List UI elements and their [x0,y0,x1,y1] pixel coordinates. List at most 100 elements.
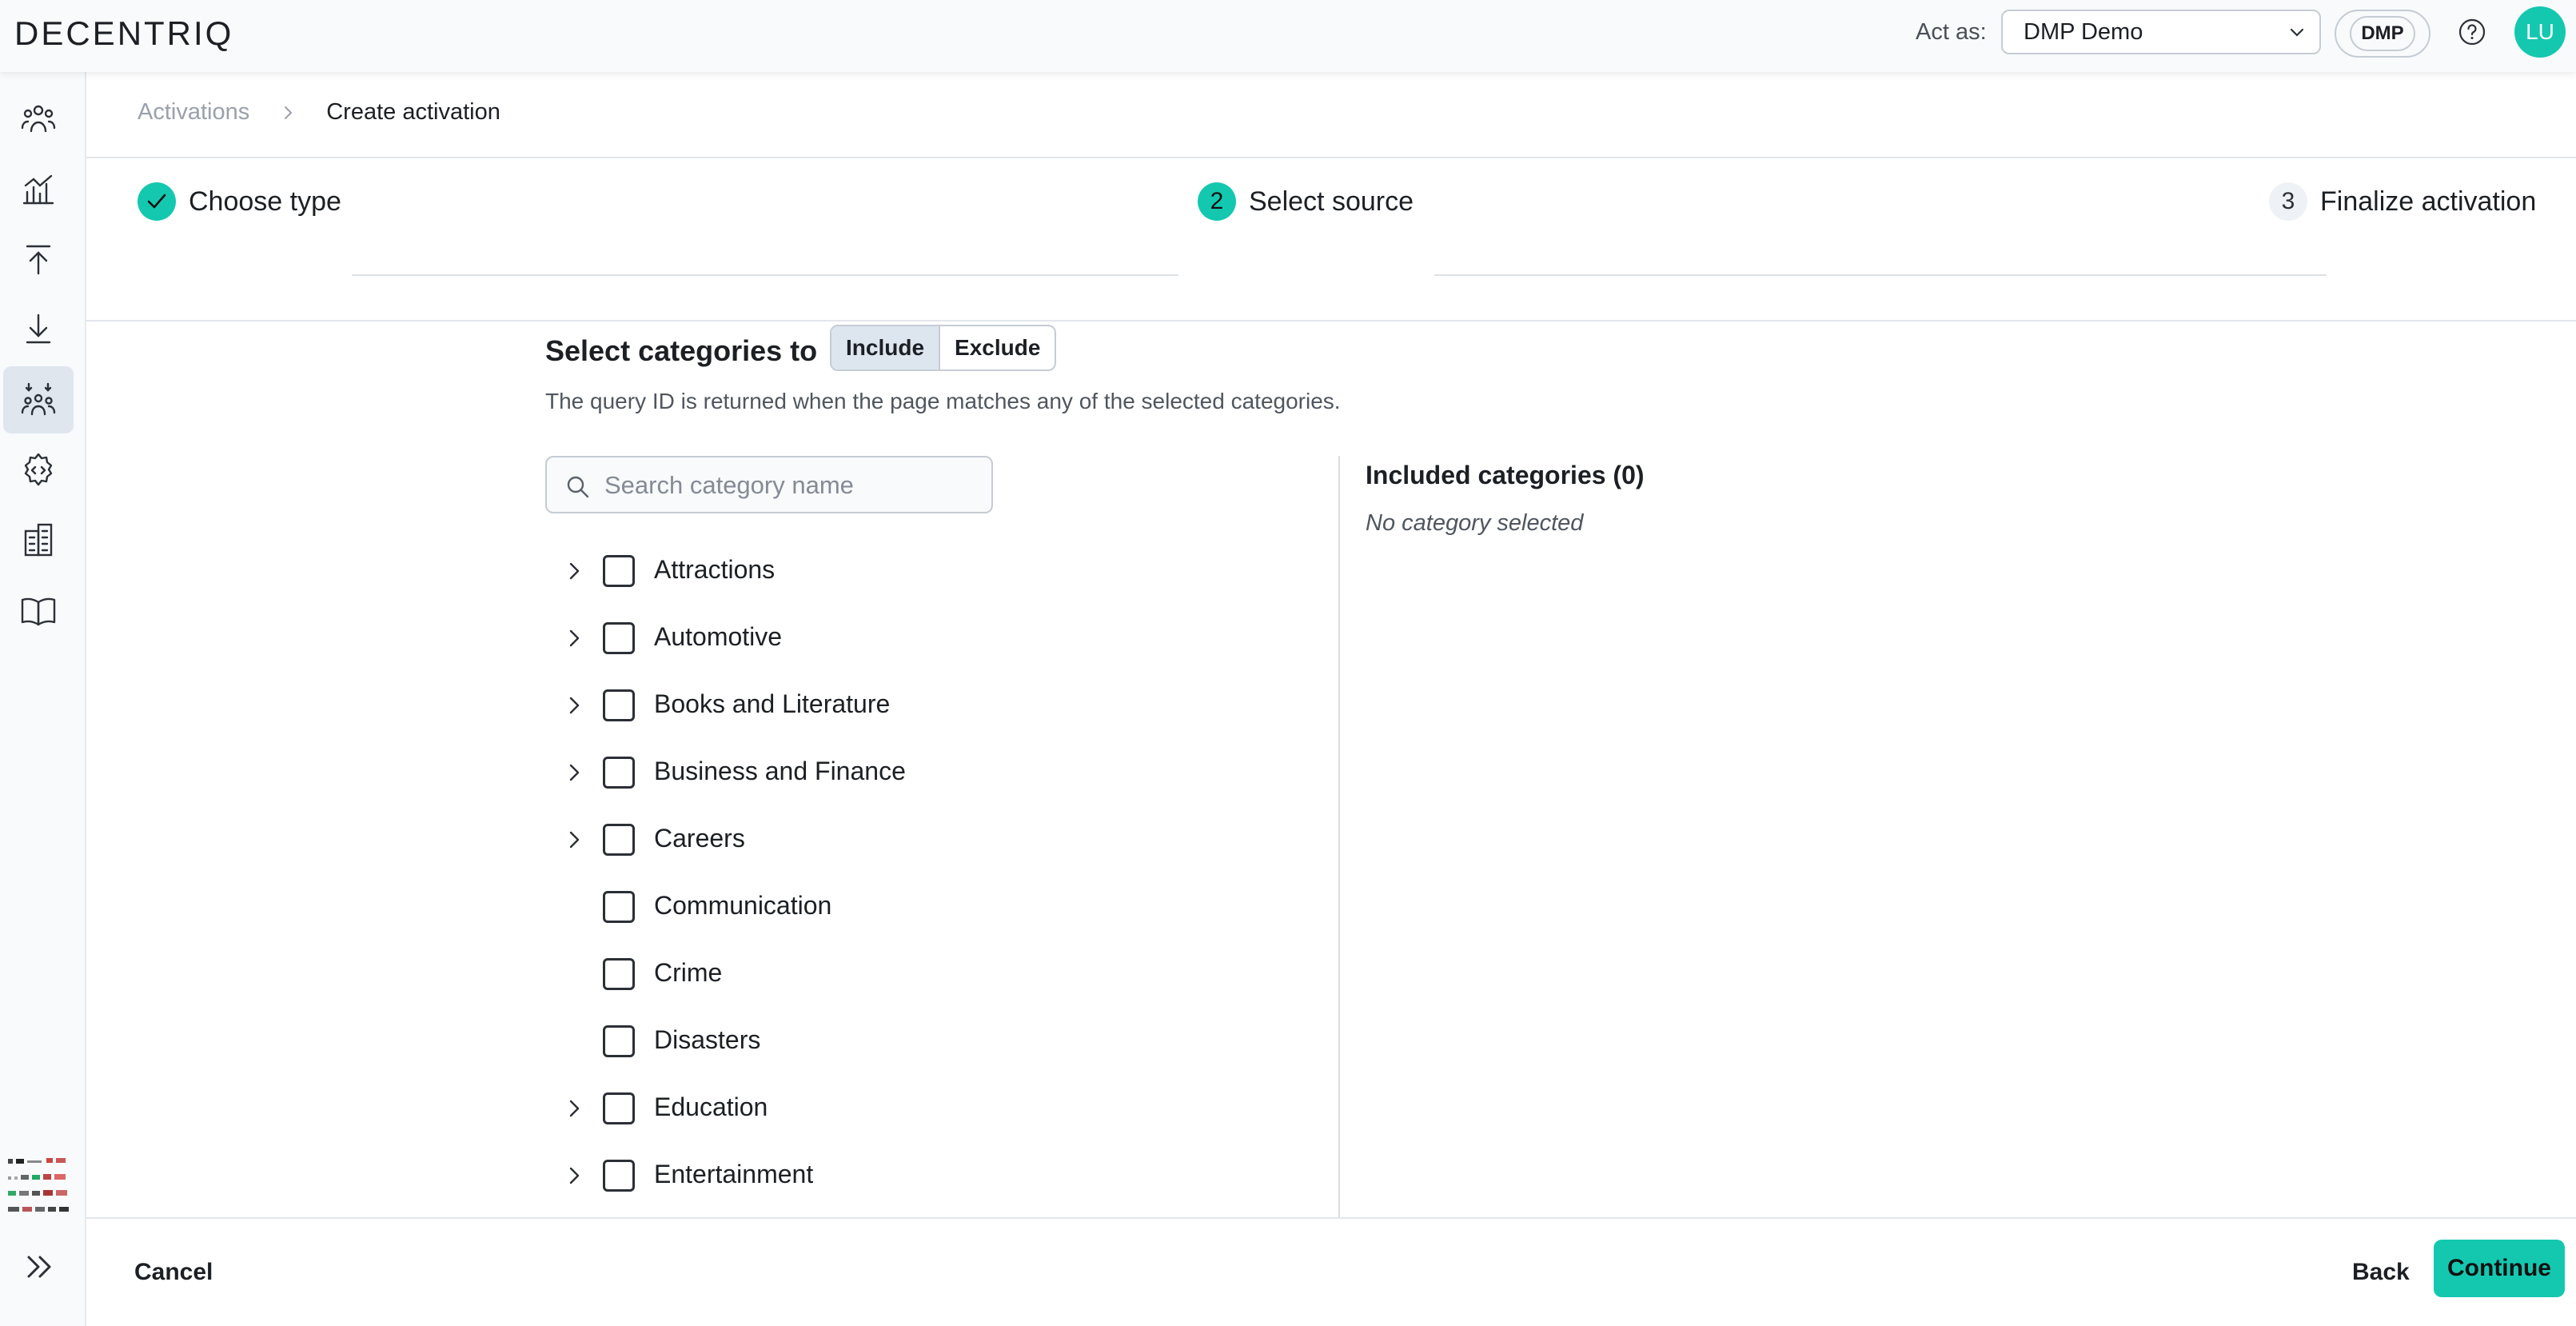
category-checkbox[interactable] [603,622,635,654]
step-select-source[interactable]: 2 Select source [1198,182,1414,221]
step-finalize-activation[interactable]: 3 Finalize activation [2269,182,2536,221]
category-checkbox[interactable] [603,958,635,990]
sidebar-item-people[interactable] [3,85,74,152]
step-label: Select source [1249,186,1414,217]
breadcrumb-current: Create activation [326,99,500,125]
upload-icon [26,245,51,275]
category-label: Business and Finance [654,757,906,785]
category-row[interactable]: Disasters [545,1008,1297,1075]
category-label: Disasters [654,1025,761,1054]
chevron-right-icon[interactable] [564,696,584,715]
sidebar-item-upload[interactable] [3,226,74,293]
category-checkbox[interactable] [603,824,635,856]
included-categories-title: Included categories (0) [1366,461,1645,489]
step-number: 3 [2269,182,2307,221]
search-input[interactable] [604,465,980,505]
category-search[interactable] [545,456,993,513]
panel-divider [1338,456,1340,1256]
category-row[interactable]: Attractions [545,537,1297,605]
continue-button[interactable]: Continue [2434,1240,2565,1297]
footer-bar: Cancel Back Continue [86,1217,2576,1326]
download-icon [26,314,51,344]
audience-icon [21,382,56,416]
step-label: Finalize activation [2320,186,2537,217]
search-icon [567,476,589,498]
organization-chip[interactable]: DMP [2335,10,2430,58]
back-button[interactable]: Back [2343,1251,2419,1294]
chevron-right-icon[interactable] [564,830,584,849]
divider [86,157,2576,158]
category-row[interactable]: Entertainment [545,1142,1297,1209]
category-row[interactable]: Communication [545,873,1297,941]
sidebar-item-organizations[interactable] [3,507,74,574]
breadcrumb-activations-link[interactable]: Activations [138,99,249,126]
cancel-button[interactable]: Cancel [128,1251,219,1294]
stepper-connector [1434,274,2327,276]
sidebar-item-analytics[interactable] [3,155,74,222]
included-empty-text: No category selected [1366,510,1584,536]
category-row[interactable]: Careers [545,806,1297,873]
category-label: Crime [654,958,723,987]
category-list: Attractions Automotive Books and Literatur… [545,537,1297,1209]
stepper-connector [352,274,1178,276]
analytics-icon [22,174,54,205]
chevron-right-icon[interactable] [564,763,584,782]
sidebar [0,72,86,1326]
category-row[interactable]: Crime [545,941,1297,1008]
include-toggle-button[interactable]: Include [831,326,941,369]
environment-thumbnail-icon[interactable] [6,1148,74,1224]
section-title: Select categories to [545,334,818,367]
exclude-toggle-button[interactable]: Exclude [940,326,1055,369]
category-label: Communication [654,891,832,920]
chevron-right-icon[interactable] [564,1166,584,1185]
category-label: Automotive [654,622,783,651]
divider [86,320,2576,322]
sidebar-item-audiences[interactable] [3,366,74,433]
category-checkbox[interactable] [603,1092,635,1124]
include-exclude-toggle: Include Exclude [830,325,1057,371]
category-row[interactable]: Education [545,1075,1297,1142]
step-choose-type[interactable]: Choose type [138,182,341,221]
act-as-value: DMP Demo [2024,19,2143,45]
category-label: Entertainment [654,1160,814,1188]
building-icon [24,523,53,557]
people-icon [21,105,56,133]
act-as-label: Act as: [1916,19,1987,45]
section-subtitle: The query ID is returned when the page m… [545,389,1341,413]
user-avatar[interactable]: LU [2514,6,2566,58]
category-row[interactable]: Books and Literature [545,672,1297,739]
category-label: Books and Literature [654,689,891,718]
act-as-select[interactable]: DMP Demo [2001,10,2321,54]
app-logo[interactable]: DECENTRIQ [14,14,233,53]
category-checkbox[interactable] [603,757,635,789]
organization-chip-label: DMP [2350,16,2415,51]
expand-sidebar-icon[interactable] [18,1244,62,1289]
chevron-right-icon [285,106,293,119]
code-gear-icon [24,453,53,486]
help-icon[interactable] [2458,18,2486,46]
sidebar-item-download[interactable] [3,296,74,363]
category-label: Attractions [654,555,776,584]
category-checkbox[interactable] [603,689,635,721]
sidebar-item-developer[interactable] [3,437,74,504]
category-checkbox[interactable] [603,555,635,587]
check-icon [138,182,176,221]
chevron-right-icon[interactable] [564,561,584,581]
breadcrumb: Activations Create activation [138,99,500,126]
category-row[interactable]: Business and Finance [545,739,1297,806]
category-label: Education [654,1092,768,1121]
chevron-down-icon [2290,28,2304,37]
chevron-right-icon[interactable] [564,1099,584,1118]
category-row[interactable]: Automotive [545,605,1297,672]
step-number: 2 [1198,182,1236,221]
main-content: Activations Create activation Choose typ… [86,72,2576,1326]
category-checkbox[interactable] [603,891,635,923]
step-label: Choose type [189,186,341,217]
category-checkbox[interactable] [603,1160,635,1192]
top-bar: DECENTRIQ Act as: DMP Demo DMP LU [0,0,2576,72]
book-icon [21,597,56,626]
chevron-right-icon[interactable] [564,629,584,648]
category-checkbox[interactable] [603,1025,635,1057]
category-label: Careers [654,824,745,853]
sidebar-item-documentation[interactable] [3,577,74,645]
